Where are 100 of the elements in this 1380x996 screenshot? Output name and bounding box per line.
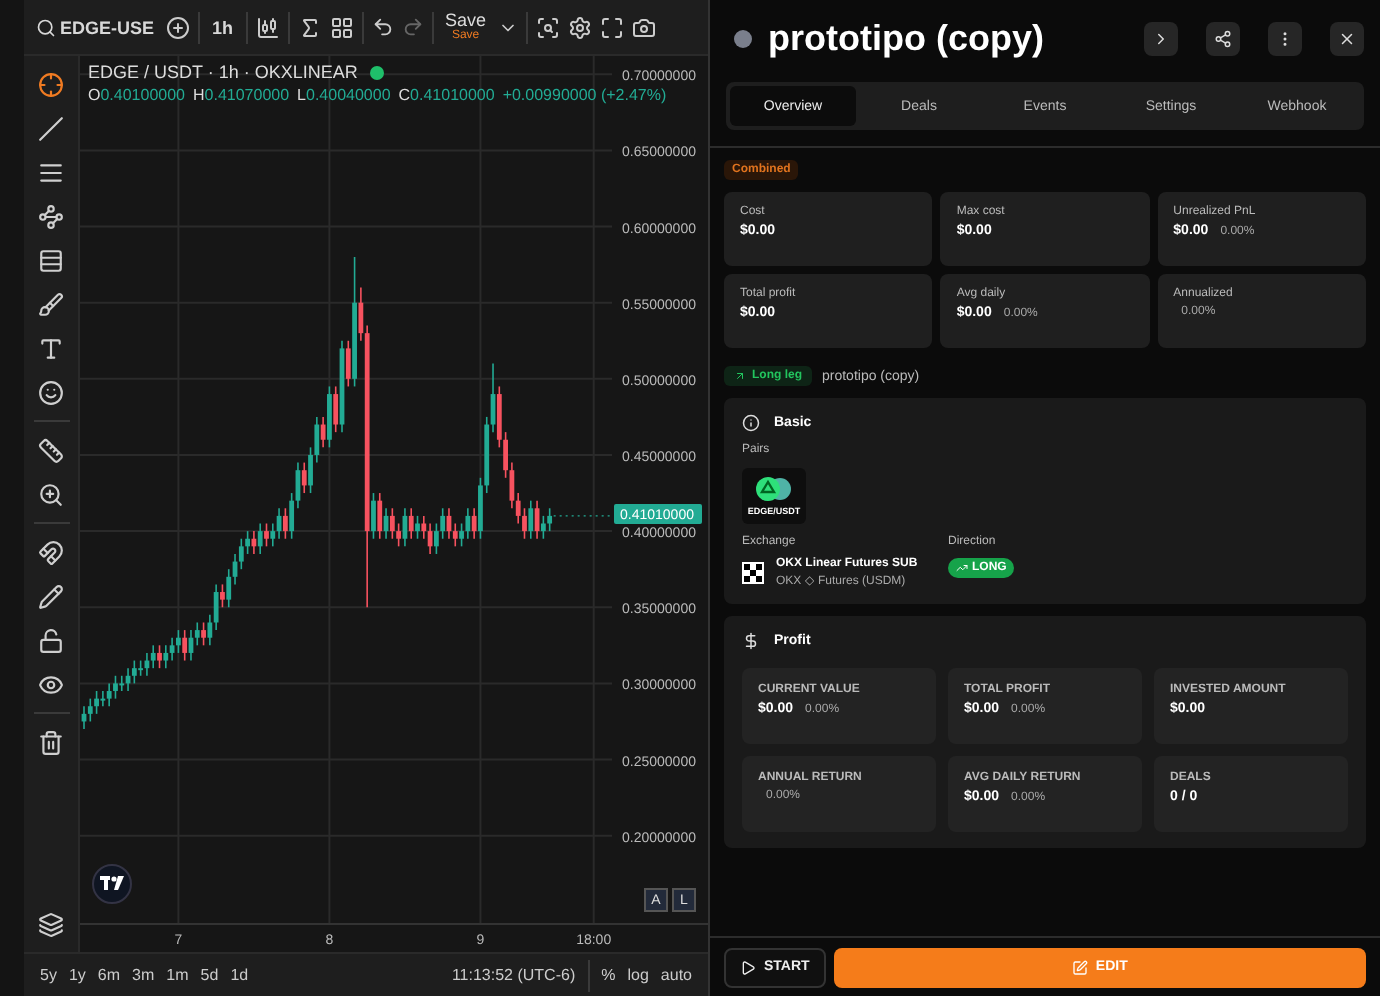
- smile-icon: [38, 379, 64, 405]
- zoom-in-icon: [38, 481, 64, 507]
- unlock-tool[interactable]: [35, 624, 67, 656]
- text-tool-icon: [38, 335, 64, 361]
- line-tool-tool[interactable]: [35, 112, 67, 144]
- scale-option[interactable]: auto: [660, 966, 692, 984]
- exchange-logo-icon: [742, 562, 764, 584]
- ohlc-value: L0.40040000: [297, 86, 391, 104]
- up-candle: [339, 339, 345, 433]
- up-candle: [383, 507, 389, 540]
- smile-tool[interactable]: [35, 376, 67, 408]
- down-candle: [282, 507, 288, 540]
- up-candle: [352, 256, 357, 388]
- pattern-tool[interactable]: [35, 200, 67, 232]
- down-candle: [471, 507, 477, 540]
- chevron-right-icon: [1152, 29, 1170, 47]
- range-button[interactable]: 3m: [132, 966, 155, 984]
- down-candle: [320, 416, 326, 449]
- logo-icon: [92, 864, 132, 904]
- interval-button[interactable]: 1h: [208, 17, 238, 37]
- bot-title: prototipo (copy): [768, 17, 1046, 59]
- fib-levels-icon: [38, 247, 64, 273]
- brush-tool[interactable]: [35, 288, 67, 320]
- down-candle: [157, 644, 162, 669]
- range-button[interactable]: 1y: [68, 966, 86, 984]
- symbol-search[interactable]: EDGE-USE: [32, 17, 159, 37]
- settings-icon[interactable]: [568, 15, 593, 39]
- range-button[interactable]: 5d: [200, 966, 219, 984]
- candlestick-icon[interactable]: [255, 15, 280, 39]
- ohlc-value: C0.41010000: [398, 86, 495, 104]
- down-candle: [251, 530, 257, 555]
- grid-icon[interactable]: [329, 15, 354, 39]
- redo-icon[interactable]: [401, 16, 424, 38]
- pattern-icon: [38, 203, 64, 229]
- search-icon: [36, 17, 56, 37]
- scale-option[interactable]: %: [601, 966, 616, 984]
- pencil-tool[interactable]: [35, 580, 67, 612]
- down-candle: [408, 507, 414, 540]
- clock-text: 11:13:52 (UTC-6): [451, 966, 576, 984]
- down-candle: [377, 492, 383, 540]
- layers-icon: [38, 911, 64, 937]
- up-candle: [371, 492, 376, 540]
- expand-button[interactable]: [1144, 21, 1178, 55]
- down-candle: [264, 522, 269, 548]
- down-candle: [182, 629, 188, 662]
- scan-search-icon[interactable]: [536, 15, 561, 39]
- share-button[interactable]: [1206, 21, 1240, 55]
- ruler-icon: [38, 437, 64, 463]
- down-candle: [345, 339, 351, 388]
- unlock-icon: [38, 627, 64, 653]
- more-button[interactable]: [1268, 21, 1302, 55]
- up-candle: [327, 385, 332, 449]
- fullscreen-icon[interactable]: [600, 15, 625, 39]
- up-candle: [257, 522, 263, 555]
- chart-title: EDGE / USDT · 1h · OKXLINEAR: [88, 62, 358, 82]
- trend-up-icon: [956, 562, 968, 574]
- undo-icon[interactable]: [371, 16, 394, 38]
- info-icon: [742, 414, 760, 432]
- arrow-up-right-icon: [734, 370, 746, 382]
- up-candle: [402, 507, 408, 548]
- magnet-tool[interactable]: [35, 536, 67, 568]
- layers-button[interactable]: [35, 908, 67, 940]
- scale-option[interactable]: log: [627, 966, 649, 984]
- magnet-icon: [38, 539, 64, 565]
- zoom-in-tool[interactable]: [35, 478, 67, 510]
- close-button[interactable]: [1330, 21, 1364, 55]
- close-icon: [1338, 29, 1356, 47]
- pencil-icon: [38, 583, 64, 609]
- ohlc-value: O0.40100000: [88, 86, 185, 104]
- status-dot: [734, 29, 752, 47]
- fib-levels-tool[interactable]: [35, 244, 67, 276]
- line-tool-icon: [38, 115, 64, 141]
- trash-icon: [38, 729, 64, 755]
- range-button[interactable]: 1d: [230, 966, 249, 984]
- range-button[interactable]: 1m: [166, 966, 189, 984]
- range-button[interactable]: 6m: [97, 966, 121, 984]
- down-candle: [534, 499, 540, 540]
- edit-icon: [1071, 959, 1088, 975]
- brush-icon: [38, 291, 64, 317]
- add-symbol-icon[interactable]: [166, 15, 191, 39]
- down-candle: [301, 461, 307, 494]
- range-button[interactable]: 5y: [40, 966, 57, 984]
- coin-icon: [752, 476, 796, 502]
- share-icon: [1214, 29, 1232, 47]
- up-candle: [528, 499, 534, 540]
- down-candle: [333, 385, 339, 433]
- crosshair-icon: [38, 71, 64, 97]
- trash-tool[interactable]: [35, 726, 67, 758]
- eye-icon: [38, 671, 64, 697]
- down-candle: [201, 621, 206, 647]
- play-icon: [740, 959, 756, 975]
- ohlc-value: H0.41070000: [193, 86, 290, 104]
- crosshair-tool[interactable]: [35, 68, 67, 100]
- sigma-icon[interactable]: [297, 15, 322, 39]
- ruler-tool[interactable]: [35, 434, 67, 466]
- dollar-icon: [742, 632, 760, 650]
- up-candle: [415, 515, 420, 540]
- camera-icon[interactable]: [632, 15, 657, 39]
- price-change: +0.00990000 (+2.47%): [502, 86, 667, 104]
- horizontal-lines-icon: [38, 159, 64, 185]
